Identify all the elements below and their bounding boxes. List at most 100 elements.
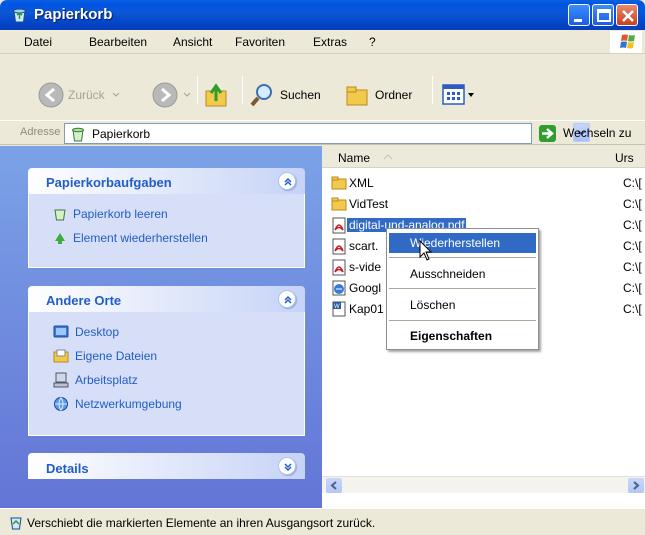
word-icon: W: [331, 301, 347, 320]
scroll-left-button[interactable]: [326, 478, 342, 493]
pdf-icon: [331, 238, 347, 258]
search-button[interactable]: Suchen: [248, 81, 321, 109]
file-origin: C:\[: [623, 260, 642, 274]
folder-icon: [331, 196, 347, 214]
minimize-icon: [574, 19, 582, 22]
place-my-computer-link[interactable]: Arbeitsplatz: [53, 371, 138, 389]
file-origin: C:\[: [623, 197, 642, 211]
recycle-bin-icon: [54, 209, 66, 221]
context-cut[interactable]: Ausschneiden: [389, 264, 536, 284]
menu-favoriten[interactable]: Favoriten: [235, 35, 285, 49]
task-pane: Papierkorbaufgaben Papierkorb leeren Ele…: [0, 146, 322, 508]
back-button[interactable]: Zurück: [37, 81, 121, 109]
computer-icon: [53, 372, 69, 388]
back-arrow-icon: [38, 82, 64, 108]
file-name: Googl: [349, 281, 382, 295]
link-label: Arbeitsplatz: [75, 373, 138, 387]
maximize-button[interactable]: [592, 4, 614, 26]
go-button[interactable]: [539, 125, 556, 142]
file-name: s-vide: [349, 260, 382, 274]
back-label: Zurück: [68, 88, 105, 102]
column-header-name[interactable]: Name: [338, 151, 370, 165]
svg-text:W: W: [334, 304, 340, 310]
chevron-down-double-icon: [284, 463, 292, 472]
place-network-link[interactable]: Netzwerkumgebung: [53, 395, 182, 413]
toolbar-separator: [197, 76, 198, 104]
panel-title: Andere Orte: [46, 293, 122, 308]
context-restore[interactable]: Wiederherstellen: [389, 233, 536, 253]
link-label: Eigene Dateien: [75, 349, 158, 363]
collapse-button[interactable]: [278, 172, 296, 190]
toolbar: Zurück Suchen Ordner: [0, 55, 645, 121]
restore-icon: [55, 233, 65, 244]
explorer-window: Papierkorb Datei Bearbeiten Ansicht Favo…: [0, 0, 645, 535]
address-field[interactable]: Papierkorb: [64, 123, 590, 144]
horizontal-scrollbar[interactable]: [322, 476, 645, 493]
link-label: Element wiederherstellen: [73, 231, 208, 245]
context-separator: [389, 320, 536, 321]
forward-arrow-icon: [152, 82, 178, 108]
menu-bearbeiten[interactable]: Bearbeiten: [89, 35, 147, 49]
panel-header[interactable]: Papierkorbaufgaben: [28, 168, 305, 194]
column-header-origin[interactable]: Urs: [615, 151, 634, 165]
file-origin: C:\[: [623, 302, 642, 316]
minimize-button[interactable]: [568, 4, 590, 26]
go-arrow-icon: [542, 128, 554, 139]
panel-body: Papierkorb leeren Element wiederherstell…: [28, 194, 305, 268]
empty-recycle-bin-link[interactable]: Papierkorb leeren: [53, 205, 168, 223]
context-item-label: Löschen: [410, 298, 456, 312]
close-button[interactable]: [616, 4, 638, 26]
mouse-cursor-icon: [419, 240, 433, 261]
search-label: Suchen: [280, 88, 321, 102]
views-button[interactable]: [441, 83, 475, 107]
link-label: Desktop: [75, 325, 120, 339]
context-item-label: Ausschneiden: [410, 267, 486, 281]
other-places-panel: Andere Orte Desktop Eigene Dateien Arbei…: [28, 286, 305, 436]
file-origin: C:\[: [623, 281, 642, 295]
title-bar[interactable]: Papierkorb: [0, 0, 645, 30]
panel-header[interactable]: Andere Orte: [28, 286, 305, 312]
forward-button[interactable]: [151, 81, 192, 109]
network-globe-icon: [54, 397, 68, 411]
panel-header[interactable]: Details: [28, 453, 305, 479]
menu-extras[interactable]: Extras: [313, 35, 347, 49]
folders-button[interactable]: Ordner: [343, 81, 412, 109]
address-value: Papierkorb: [92, 127, 151, 141]
desktop-icon: [53, 325, 69, 338]
up-folder-button[interactable]: [204, 81, 230, 109]
recycle-bin-tasks-panel: Papierkorbaufgaben Papierkorb leeren Ele…: [28, 168, 305, 268]
folders-label: Ordner: [375, 88, 413, 102]
toolbar-separator: [242, 76, 243, 104]
toolbar-separator: [432, 76, 433, 104]
collapse-button[interactable]: [278, 290, 296, 308]
context-properties[interactable]: Eigenschaften: [389, 326, 536, 346]
menu-datei[interactable]: Datei: [24, 35, 52, 49]
file-origin: C:\[: [623, 239, 642, 253]
expand-button[interactable]: [278, 457, 296, 475]
chevron-left-icon: [330, 481, 337, 490]
place-desktop-link[interactable]: Desktop: [53, 323, 119, 341]
recycle-bin-icon: [13, 8, 26, 23]
go-label[interactable]: Wechseln zu: [563, 126, 631, 140]
link-label: Papierkorb leeren: [73, 207, 168, 221]
scroll-right-button[interactable]: [628, 478, 644, 493]
status-text: Verschiebt die markierten Elemente an ih…: [27, 516, 376, 530]
context-delete[interactable]: Löschen: [389, 295, 536, 315]
restore-item-link[interactable]: Element wiederherstellen: [53, 229, 208, 247]
chevron-up-double-icon: [284, 295, 292, 304]
menu-bar: Datei Bearbeiten Ansicht Favoriten Extra…: [0, 30, 645, 54]
file-row[interactable]: XML C:\[: [322, 174, 645, 193]
file-row[interactable]: VidTest C:\[: [322, 195, 645, 214]
panel-title: Details: [46, 461, 89, 476]
place-my-documents-link[interactable]: Eigene Dateien: [53, 347, 157, 365]
file-origin: C:\[: [623, 218, 642, 232]
panel-title: Papierkorbaufgaben: [46, 175, 172, 190]
menu-ansicht[interactable]: Ansicht: [173, 35, 212, 49]
status-bar: Verschiebt die markierten Elemente an ih…: [0, 508, 645, 535]
windows-flag-icon: [610, 31, 642, 53]
folders-icon: [346, 86, 368, 106]
menu-help[interactable]: ?: [369, 35, 376, 49]
column-header-bar: Name Urs: [322, 146, 645, 168]
documents-folder-icon: [53, 349, 69, 363]
recycle-bin-icon: [72, 127, 84, 142]
